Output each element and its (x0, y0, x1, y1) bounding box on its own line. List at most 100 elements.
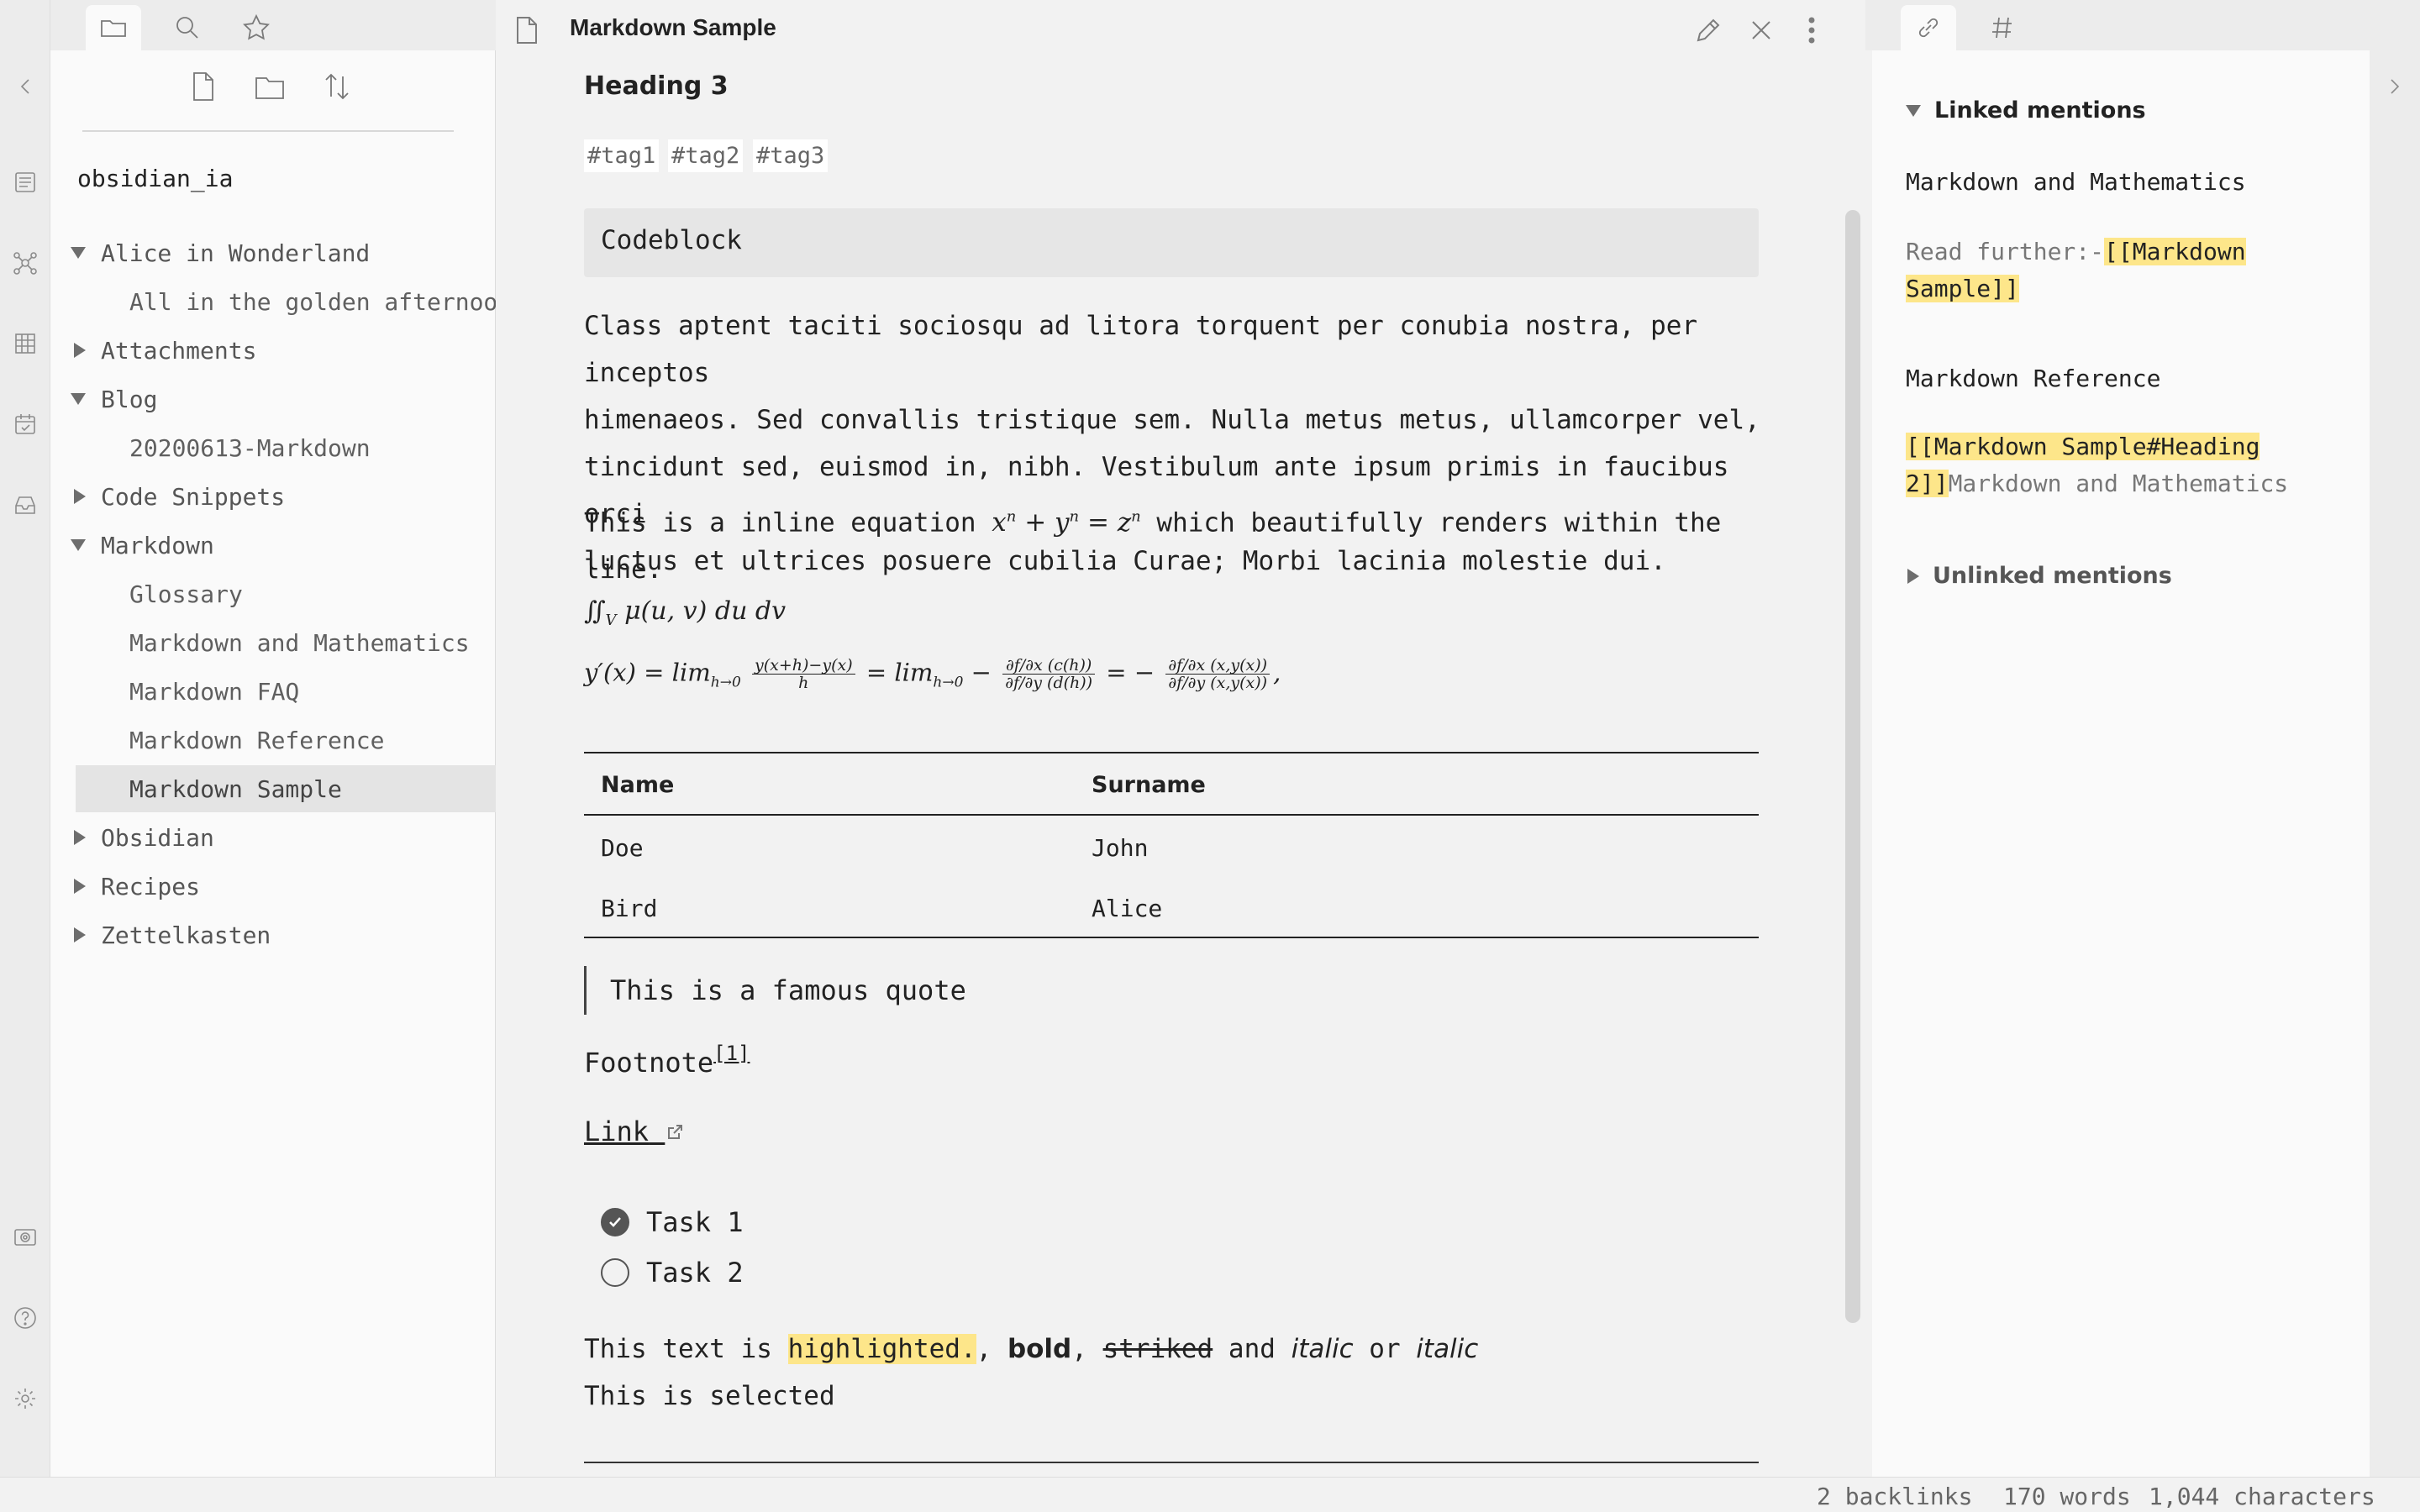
edit-icon[interactable] (1693, 15, 1723, 45)
collapse-left-icon[interactable] (11, 72, 39, 101)
italic-text: italic (1291, 1334, 1354, 1364)
code-block: Codeblock (584, 208, 1759, 277)
data-table: Name Surname Doe John Bird Alice (584, 752, 1759, 938)
double-integral-equation: ∬V μ(u, v) du dv (584, 596, 786, 629)
search-icon (176, 17, 198, 39)
vault-name: obsidian_ia (77, 165, 234, 192)
divider (82, 130, 454, 132)
collapsed-arrow-icon (1907, 568, 1919, 584)
character-count: 1,044 characters (2149, 1483, 2375, 1510)
task-item[interactable]: Task 1 (601, 1206, 744, 1238)
folder-icon (101, 20, 126, 37)
file-explorer: obsidian_ia Alice in Wonderland All in t… (50, 50, 512, 1477)
inline-equation: xn + yn = zn (992, 507, 1141, 538)
unlinked-mentions-header[interactable]: Unlinked mentions (1906, 563, 2172, 589)
file-20200613-markdown[interactable]: 20200613-Markdown (129, 424, 371, 471)
calendar-icon[interactable] (11, 410, 39, 438)
outline-icon[interactable] (11, 168, 39, 197)
table-cell: John (1092, 834, 1149, 862)
mention-context[interactable]: [[Markdown Sample#Heading 2]]Markdown an… (1906, 428, 2288, 502)
inline-equation-paragraph: This is a inline equation xn + yn = zn w… (584, 507, 1722, 585)
task-checkbox[interactable] (601, 1258, 629, 1287)
right-sidebar-tabs (1865, 0, 2370, 50)
file-markdown-and-mathematics[interactable]: Markdown and Mathematics (129, 619, 470, 666)
derivative-equation: y′(x) = limh→0 y(x+h)−y(x) h = limh→0 − ∂… (584, 656, 1281, 692)
folder-blog[interactable]: Blog (71, 375, 157, 423)
tag[interactable]: #tag3 (753, 139, 829, 172)
task-checkbox-checked[interactable] (601, 1208, 629, 1236)
right-ribbon (2370, 0, 2420, 1477)
file-markdown-reference[interactable]: Markdown Reference (129, 717, 384, 764)
folder-alice-in-wonderland[interactable]: Alice in Wonderland (71, 229, 496, 276)
task-item[interactable]: Task 2 (601, 1257, 744, 1289)
backlinks-count[interactable]: 2 backlinks (1817, 1483, 1972, 1510)
mention-context[interactable]: Read further:-[[Markdown Sample]] (1906, 234, 2246, 307)
file-glossary[interactable]: Glossary (129, 570, 243, 617)
collapsed-arrow-icon (74, 927, 86, 942)
expanded-arrow-icon (71, 393, 86, 405)
linked-mentions-header[interactable]: Linked mentions (1906, 97, 2146, 123)
file-markdown-sample[interactable]: Markdown Sample (76, 765, 496, 812)
external-link[interactable]: Link (584, 1116, 685, 1147)
selected-text-line: This is selected (584, 1381, 835, 1411)
table-header: Surname (1092, 772, 1206, 798)
graph-view-icon[interactable] (11, 249, 39, 277)
table-cell: Alice (1092, 895, 1163, 922)
scrollbar[interactable] (1845, 210, 1860, 1323)
heading-3: Heading 3 (584, 71, 729, 101)
footnote-ref[interactable]: [1] (713, 1042, 750, 1065)
backlinks-tab[interactable] (1901, 5, 1956, 50)
star-icon (243, 13, 270, 40)
search-tab[interactable] (160, 5, 215, 50)
note-title: Markdown Sample (570, 14, 776, 40)
file-markdown-faq[interactable]: Markdown FAQ (129, 668, 299, 715)
collapse-right-icon[interactable] (2381, 72, 2409, 101)
new-folder-button[interactable] (249, 66, 291, 108)
table-row: Bird Alice (584, 876, 1759, 937)
italic-text: italic (1416, 1334, 1479, 1364)
file-all-in-the-golden-afternoon[interactable]: All in the golden afternoon (129, 278, 512, 325)
note-content[interactable]: Heading 3 #tag1 #tag2 #tag3 Codeblock Cl… (496, 59, 1865, 1477)
mention-file-title[interactable]: Markdown and Mathematics (1906, 168, 2246, 196)
table-header: Name (601, 772, 675, 798)
folder-zettelkasten[interactable]: Zettelkasten (71, 911, 271, 958)
link-icon (1918, 18, 1939, 38)
vault-icon[interactable] (11, 1223, 39, 1252)
status-bar: 2 backlinks 170 words 1,044 characters (0, 1477, 2420, 1512)
sort-button[interactable] (316, 66, 358, 108)
help-icon[interactable] (11, 1304, 39, 1332)
tag[interactable]: #tag2 (668, 139, 744, 172)
horizontal-rule (584, 1462, 1759, 1463)
collapsed-arrow-icon (74, 830, 86, 845)
tags-tab[interactable] (1975, 5, 2030, 50)
more-options-icon[interactable] (1805, 15, 1818, 45)
backlinks-panel: Linked mentions Markdown and Mathematics… (1872, 50, 2370, 1477)
folder-attachments[interactable]: Attachments (71, 327, 256, 374)
inbox-icon[interactable] (11, 491, 39, 519)
folder-markdown[interactable]: Markdown (71, 522, 214, 569)
mention-file-title[interactable]: Markdown Reference (1906, 365, 2160, 392)
checkmark-icon (609, 1217, 621, 1227)
folder-code-snippets[interactable]: Code Snippets (71, 473, 285, 520)
new-note-icon (193, 72, 213, 101)
formatting-paragraph: This text is highlighted., bold, striked… (584, 1334, 1479, 1364)
new-folder-icon (255, 77, 284, 99)
kanban-icon[interactable] (11, 329, 39, 358)
left-sidebar-tabs (50, 0, 496, 50)
new-note-button[interactable] (182, 66, 224, 108)
settings-icon[interactable] (11, 1384, 39, 1413)
tag[interactable]: #tag1 (584, 139, 660, 172)
expanded-arrow-icon (71, 247, 86, 259)
folder-recipes[interactable]: Recipes (71, 863, 200, 910)
close-icon[interactable] (1748, 17, 1775, 44)
hashtag-icon (1992, 17, 2012, 39)
expanded-arrow-icon (71, 539, 86, 551)
table-cell: Doe (601, 834, 644, 862)
striked-text: striked (1102, 1334, 1213, 1364)
table-cell: Bird (601, 895, 658, 922)
collapsed-arrow-icon (74, 343, 86, 358)
file-explorer-tab[interactable] (86, 5, 141, 50)
folder-obsidian[interactable]: Obsidian (71, 814, 214, 861)
sort-icon (325, 73, 349, 100)
starred-tab[interactable] (229, 5, 284, 50)
